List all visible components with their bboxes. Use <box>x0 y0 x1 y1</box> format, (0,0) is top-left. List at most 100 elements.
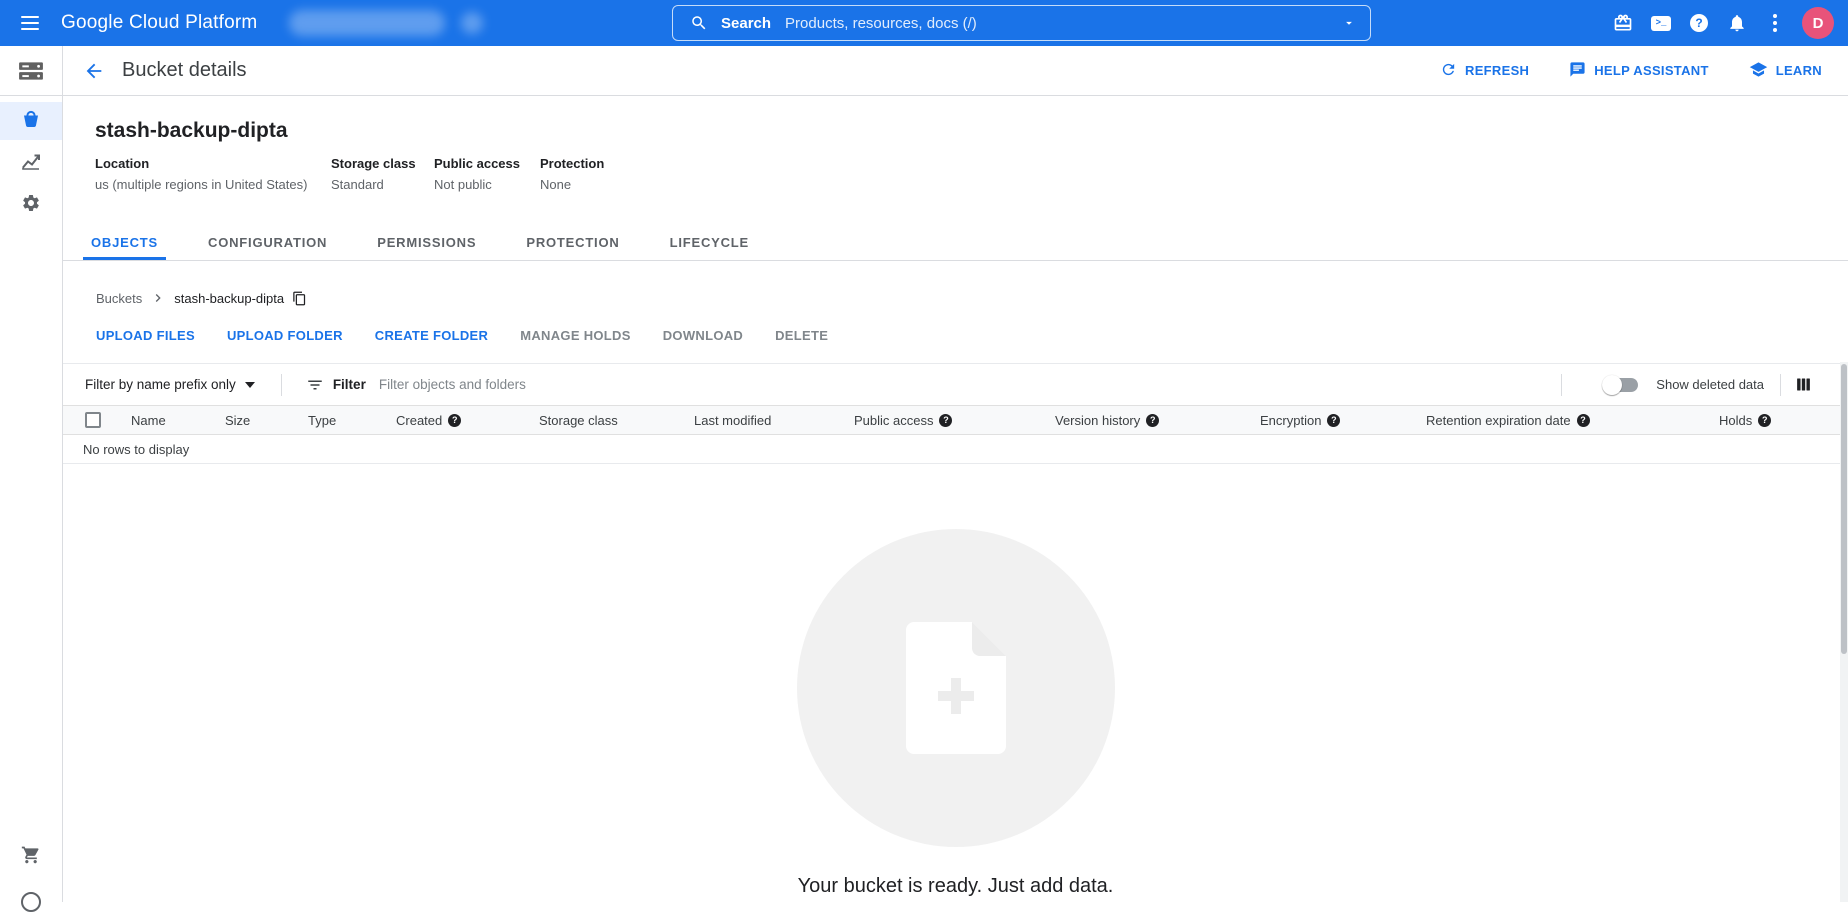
empty-state-circle <box>797 529 1115 847</box>
help-icon[interactable] <box>1146 414 1159 427</box>
search-placeholder: Products, resources, docs (/) <box>785 15 977 32</box>
select-all-checkbox[interactable] <box>85 412 101 428</box>
sidebar-item-browser[interactable] <box>0 102 62 140</box>
bucket-tabs: OBJECTS CONFIGURATION PERMISSIONS PROTEC… <box>63 227 1848 261</box>
avatar[interactable]: D <box>1802 7 1834 39</box>
filter-bar: Filter by name prefix only Filter Show d… <box>63 363 1848 405</box>
top-nav-icons: D <box>1604 3 1834 43</box>
help-assistant-label: HELP ASSISTANT <box>1594 63 1708 78</box>
gear-icon <box>21 193 41 218</box>
meta-storage-class: Storage class Standard <box>331 156 434 193</box>
cloud-shell-icon[interactable] <box>1642 3 1680 43</box>
tab-objects[interactable]: OBJECTS <box>83 227 166 260</box>
meta-label: Location <box>95 156 331 172</box>
show-deleted-label: Show deleted data <box>1656 377 1764 392</box>
scrollbar-thumb[interactable] <box>1841 364 1847 654</box>
help-icon[interactable] <box>1577 414 1590 427</box>
tab-lifecycle[interactable]: LIFECYCLE <box>662 227 757 260</box>
objects-table-header: Name Size Type Created Storage class Las… <box>63 405 1848 435</box>
sidebar-item-monitoring[interactable] <box>0 144 62 182</box>
meta-value: None <box>540 177 604 193</box>
redacted-badge <box>461 12 483 34</box>
column-size: Size <box>225 413 308 428</box>
divider <box>1780 374 1781 396</box>
help-icon[interactable] <box>1758 414 1771 427</box>
back-arrow-icon[interactable] <box>81 58 107 84</box>
filter-list-icon <box>306 376 324 394</box>
meta-location: Location us (multiple regions in United … <box>95 156 331 193</box>
column-holds: Holds <box>1719 413 1848 428</box>
sidebar-item-marketplace[interactable] <box>0 838 61 876</box>
sidebar-bottom <box>0 834 61 902</box>
column-type: Type <box>308 413 396 428</box>
chat-icon <box>1569 61 1586 81</box>
divider <box>281 374 282 396</box>
filter-right-controls: Show deleted data <box>1561 374 1812 396</box>
chevron-right-icon <box>150 290 166 306</box>
divider <box>1561 374 1562 396</box>
school-icon <box>1749 60 1768 82</box>
menu-icon[interactable] <box>8 0 52 46</box>
dropdown-caret-icon <box>245 382 255 388</box>
top-nav: Google Cloud Platform Search Products, r… <box>0 0 1848 46</box>
delete-button[interactable]: DELETE <box>775 328 828 343</box>
no-rows-message: No rows to display <box>63 435 1848 464</box>
column-public-access: Public access <box>854 413 1055 428</box>
tab-protection[interactable]: PROTECTION <box>518 227 627 260</box>
free-trial-gift-icon[interactable] <box>1604 3 1642 43</box>
filter-objects-input[interactable] <box>379 377 679 392</box>
app-bar: Bucket details REFRESH HELP ASSISTANT LE… <box>63 46 1848 96</box>
more-icon[interactable] <box>1756 3 1794 43</box>
product-logo: Google Cloud Platform <box>61 12 257 34</box>
bucket-meta: Location us (multiple regions in United … <box>95 156 1848 193</box>
cloud-storage-product-icon <box>0 46 62 96</box>
help-icon[interactable] <box>1327 414 1340 427</box>
notifications-icon[interactable] <box>1718 3 1756 43</box>
download-button[interactable]: DOWNLOAD <box>663 328 743 343</box>
column-encryption: Encryption <box>1260 413 1426 428</box>
sidebar-item-settings[interactable] <box>0 186 62 224</box>
create-folder-button[interactable]: CREATE FOLDER <box>375 328 488 343</box>
breadcrumb-buckets-link[interactable]: Buckets <box>96 291 142 306</box>
shopping-cart-icon <box>21 845 41 870</box>
meta-value: Standard <box>331 177 434 193</box>
meta-protection: Protection None <box>540 156 604 193</box>
meta-public-access: Public access Not public <box>434 156 540 193</box>
copy-icon[interactable] <box>292 291 307 306</box>
learn-label: LEARN <box>1776 63 1822 78</box>
manage-holds-button[interactable]: MANAGE HOLDS <box>520 328 631 343</box>
upload-folder-button[interactable]: UPLOAD FOLDER <box>227 328 343 343</box>
tab-configuration[interactable]: CONFIGURATION <box>200 227 335 260</box>
breadcrumb-current: stash-backup-dipta <box>174 291 284 306</box>
column-version-history: Version history <box>1055 413 1260 428</box>
tab-permissions[interactable]: PERMISSIONS <box>369 227 484 260</box>
filter-scope-label: Filter by name prefix only <box>85 377 236 392</box>
add-document-icon <box>906 622 1006 754</box>
show-deleted-toggle[interactable] <box>1604 378 1638 392</box>
empty-state: Your bucket is ready. Just add data. <box>63 464 1848 903</box>
help-icon[interactable] <box>1680 3 1718 43</box>
project-selector-redacted[interactable] <box>289 10 445 36</box>
learn-button[interactable]: LEARN <box>1749 60 1822 82</box>
meta-value: us (multiple regions in United States) <box>95 177 331 193</box>
chevron-down-icon[interactable] <box>1342 16 1356 30</box>
filter-scope-dropdown[interactable]: Filter by name prefix only <box>85 377 255 392</box>
meta-label: Storage class <box>331 156 434 172</box>
refresh-button[interactable]: REFRESH <box>1440 60 1529 82</box>
objects-toolbar: UPLOAD FILES UPLOAD FOLDER CREATE FOLDER… <box>96 323 1848 347</box>
meta-value: Not public <box>434 177 540 193</box>
sidebar-item-partial-icon[interactable] <box>21 892 41 912</box>
main-content: stash-backup-dipta Location us (multiple… <box>63 96 1848 902</box>
page-title: Bucket details <box>122 59 247 82</box>
help-icon[interactable] <box>939 414 952 427</box>
meta-label: Protection <box>540 156 604 172</box>
breadcrumb: Buckets stash-backup-dipta <box>96 289 1848 307</box>
global-search-bar[interactable]: Search Products, resources, docs (/) <box>672 5 1371 41</box>
refresh-icon <box>1440 61 1457 81</box>
help-assistant-button[interactable]: HELP ASSISTANT <box>1569 60 1708 82</box>
upload-files-button[interactable]: UPLOAD FILES <box>96 328 195 343</box>
app-bar-actions: REFRESH HELP ASSISTANT LEARN <box>1440 60 1822 82</box>
column-options-icon[interactable] <box>1795 376 1812 393</box>
help-icon[interactable] <box>448 414 461 427</box>
table-scrollbar[interactable] <box>1840 362 1848 902</box>
